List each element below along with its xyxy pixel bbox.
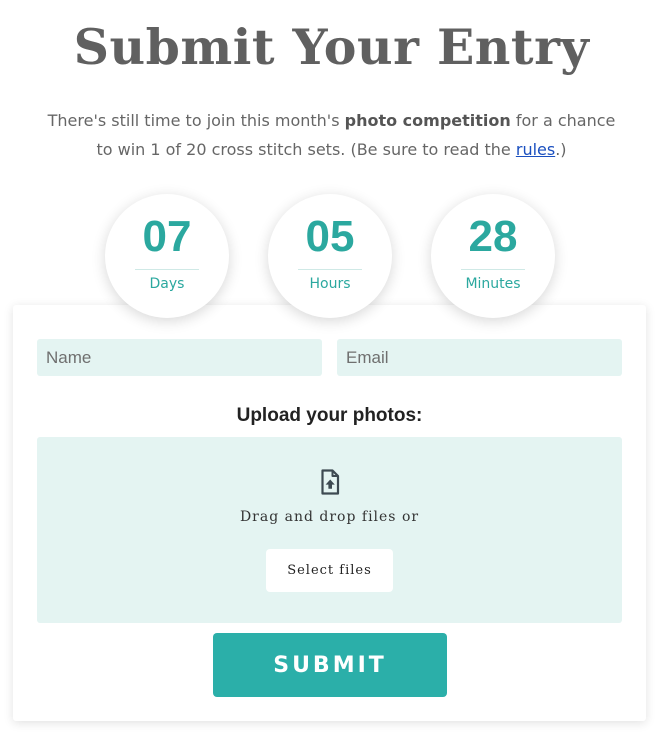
dropzone-text: Drag and drop files or xyxy=(239,509,420,525)
rules-link[interactable]: rules xyxy=(516,140,555,159)
divider xyxy=(135,269,199,270)
entry-form-card: Upload your photos: Drag and drop files … xyxy=(13,305,646,721)
upload-title: Upload your photos: xyxy=(236,405,423,426)
divider xyxy=(298,269,362,270)
minutes-value: 28 xyxy=(468,212,518,261)
intro-bold-phrase: photo competition xyxy=(344,111,511,130)
countdown-days: 07 Days xyxy=(105,194,229,318)
page-title: Submit Your Entry xyxy=(73,18,590,76)
submit-button[interactable]: SUBMIT xyxy=(213,633,447,697)
select-files-button[interactable]: Select files xyxy=(266,549,393,592)
intro-text-start: There's still time to join this month's xyxy=(47,111,345,130)
hours-label: Hours xyxy=(309,276,351,292)
intro-text: There's still time to join this month's … xyxy=(40,106,623,164)
minutes-label: Minutes xyxy=(465,276,521,292)
name-input[interactable] xyxy=(37,339,322,376)
divider xyxy=(461,269,525,270)
file-upload-icon xyxy=(321,469,340,495)
hours-value: 05 xyxy=(305,212,355,261)
intro-text-end: .) xyxy=(555,140,567,159)
file-dropzone[interactable]: Drag and drop files or Select files xyxy=(37,437,622,623)
countdown-minutes: 28 Minutes xyxy=(431,194,555,318)
email-input[interactable] xyxy=(337,339,622,376)
days-value: 07 xyxy=(142,212,192,261)
days-label: Days xyxy=(149,276,185,292)
countdown-hours: 05 Hours xyxy=(268,194,392,318)
